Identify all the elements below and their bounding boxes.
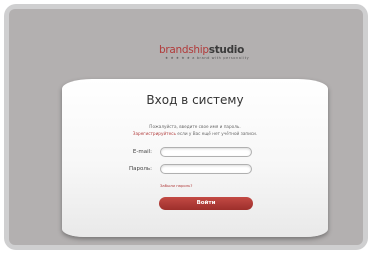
- brand-logo[interactable]: brandshipstudio ★ ★ ★ ★ ★ a brand with p…: [159, 45, 249, 63]
- password-field[interactable]: [160, 164, 252, 174]
- page-background: brandshipstudio ★ ★ ★ ★ ★ a brand with p…: [9, 9, 363, 245]
- password-label: Пароль:: [129, 166, 152, 172]
- email-field[interactable]: [160, 147, 252, 157]
- brand-name: brandshipstudio: [159, 45, 244, 56]
- brand-name-part1: brandship: [159, 44, 209, 56]
- register-hint: Зарегистрируйтесь если у Вас ещё нет учё…: [62, 131, 328, 136]
- login-card: Вход в систему Пожалуйста, введите свое …: [62, 79, 328, 237]
- register-hint-text: если у Вас ещё нет учётной записи.: [175, 131, 258, 136]
- login-button[interactable]: Войти: [159, 197, 253, 210]
- brand-name-part2: studio: [208, 44, 245, 56]
- brand-tagline: ★ ★ ★ ★ ★ a brand with personality: [165, 56, 250, 60]
- forgot-password-link[interactable]: Забыли пароль?: [160, 183, 192, 188]
- email-label: E-mail:: [132, 149, 152, 155]
- login-instruction: Пожалуйста, введите свое имя и пароль.: [149, 124, 241, 129]
- register-link[interactable]: Зарегистрируйтесь: [133, 131, 176, 136]
- login-title: Вход в систему: [146, 93, 244, 107]
